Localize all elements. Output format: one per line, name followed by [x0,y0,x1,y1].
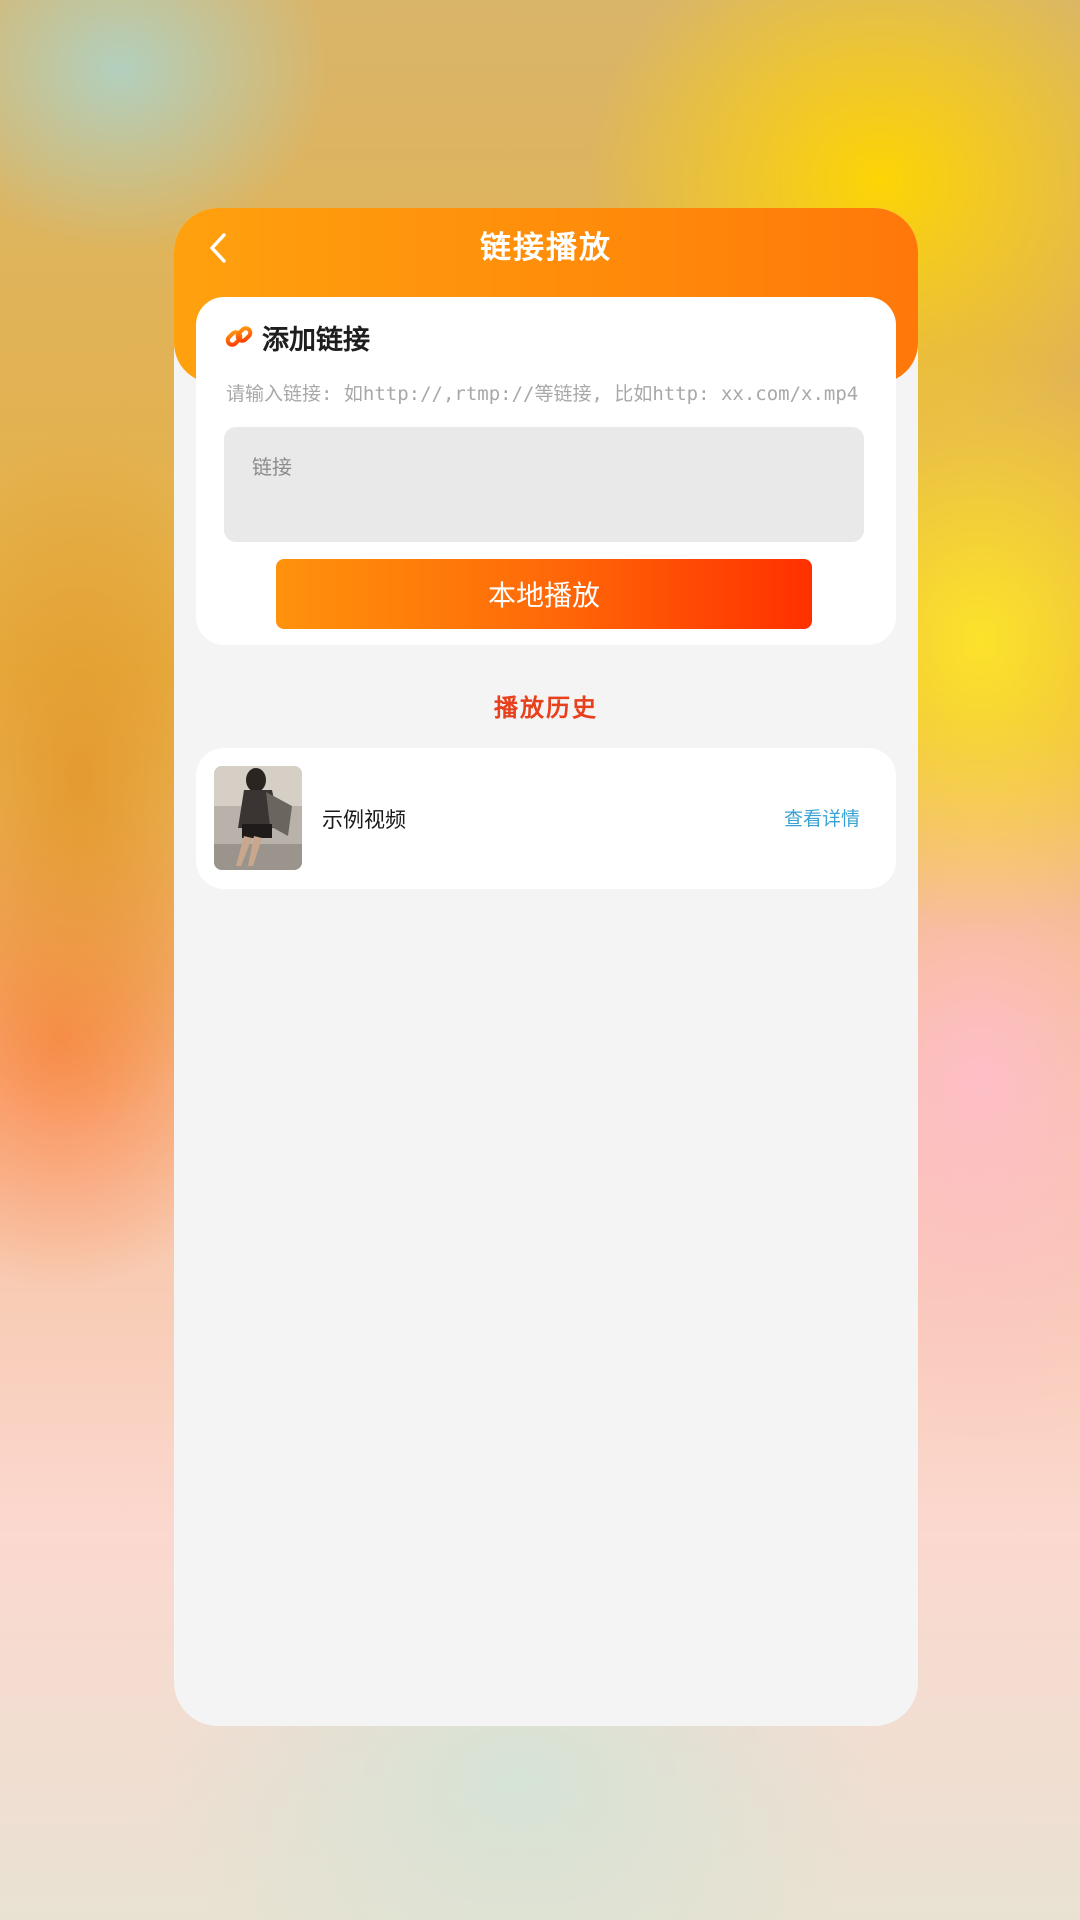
view-details-link[interactable]: 查看详情 [784,804,860,831]
history-item-title: 示例视频 [322,808,406,832]
video-thumbnail[interactable] [214,766,302,870]
link-hint-text: 请输入链接: 如http://,rtmp://等链接, 比如http: xx.c… [226,383,859,405]
history-list-item[interactable]: 示例视频 查看详情 [196,748,896,889]
add-link-title: 添加链接 [262,324,370,356]
add-link-panel: 添加链接 请输入链接: 如http://,rtmp://等链接, 比如http:… [196,297,896,645]
local-play-button[interactable]: 本地播放 [276,559,812,629]
link-icon [225,326,253,347]
link-input[interactable] [224,427,864,542]
page-title: 链接播放 [480,230,612,266]
app-card: 链接播放 添加链接 请输入链接: 如http://,rtmp://等链接, 比如… [174,208,918,1726]
add-link-header: 添加链接 [224,317,370,357]
history-title: 播放历史 [494,693,598,722]
